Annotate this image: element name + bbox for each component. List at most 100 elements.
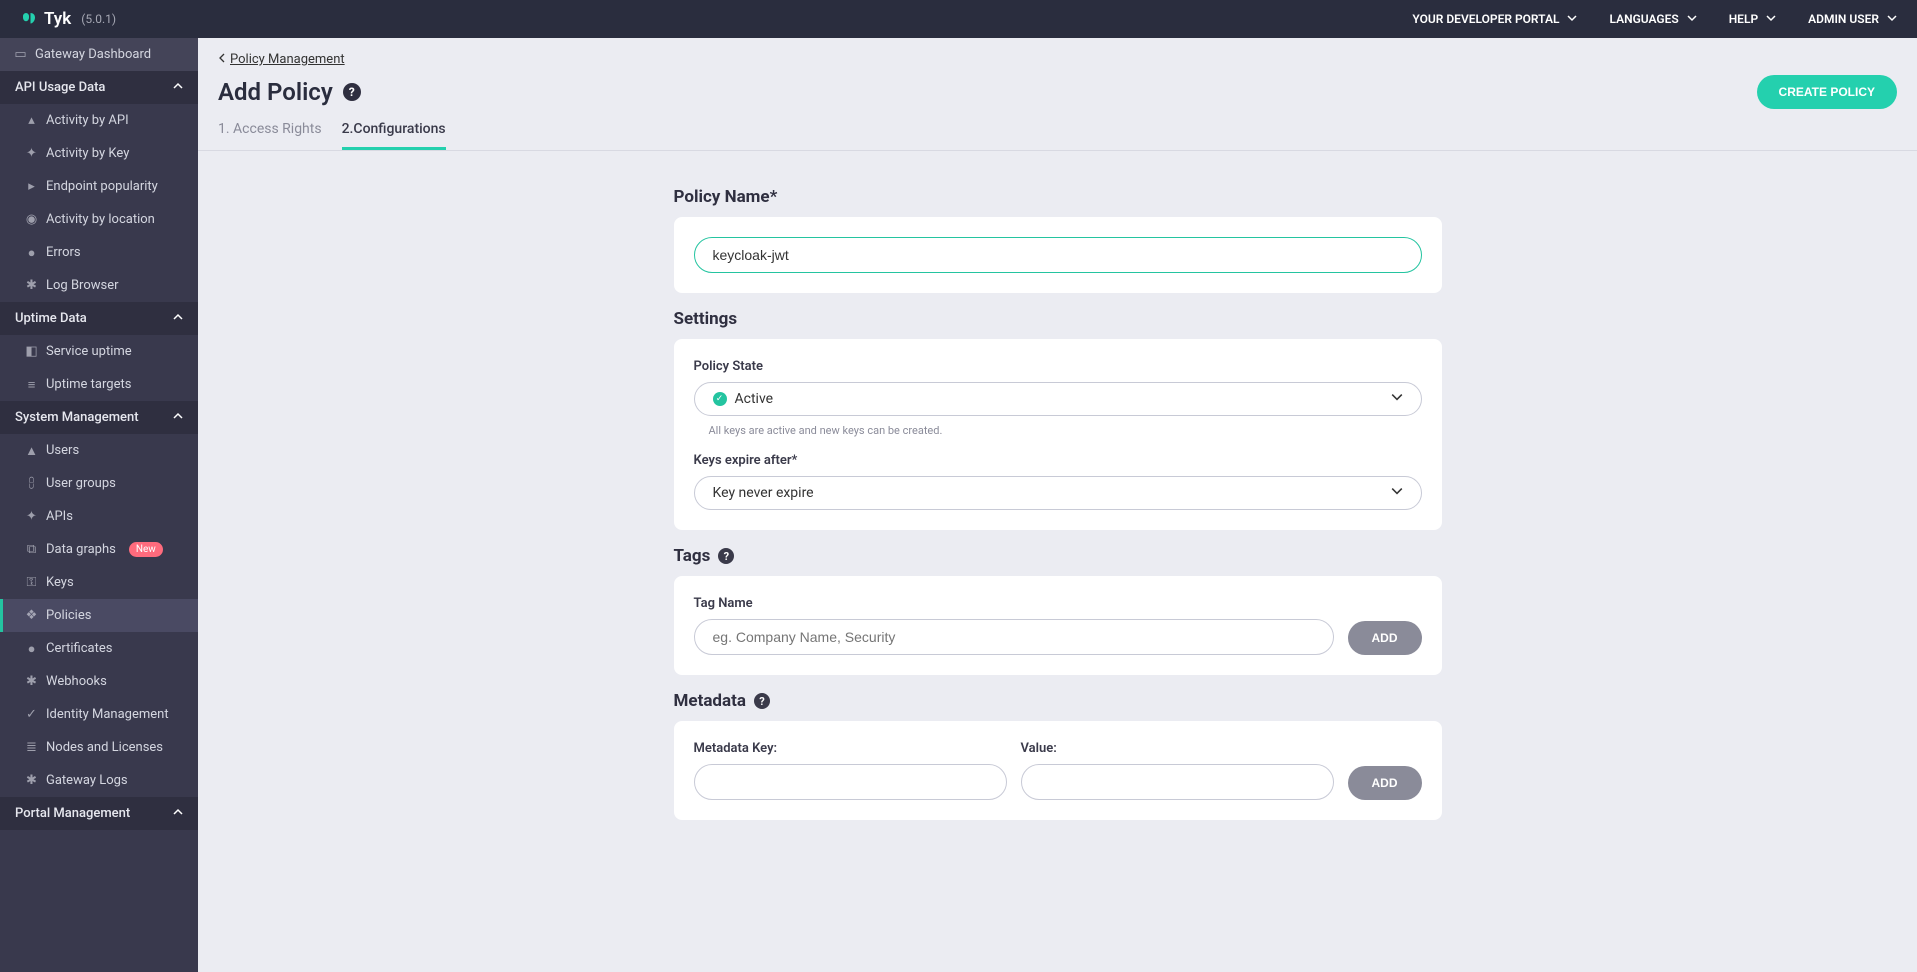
menu-label: HELP: [1729, 12, 1758, 26]
menu-help[interactable]: HELP: [1729, 12, 1776, 26]
sidebar-activity-api[interactable]: ▴ Activity by API: [0, 104, 198, 137]
sidebar-label: APIs: [46, 509, 73, 524]
tab-configurations[interactable]: 2.Configurations: [342, 121, 446, 150]
section-policy-name: Policy Name*: [674, 187, 1442, 207]
sidebar-identity[interactable]: ✓Identity Management: [0, 698, 198, 731]
sidebar-label: Endpoint popularity: [46, 179, 158, 194]
help-icon[interactable]: ?: [343, 83, 361, 101]
policy-state-hint: All keys are active and new keys can be …: [709, 424, 1422, 437]
sidebar-label: Data graphs: [46, 542, 116, 557]
sidebar-label: Activity by Key: [46, 146, 129, 161]
menu-label: LANGUAGES: [1609, 12, 1678, 26]
breadcrumb-link[interactable]: Policy Management: [218, 52, 345, 67]
card-policy-name: [674, 217, 1442, 293]
logs-icon: ✱: [26, 775, 37, 786]
metadata-value-input[interactable]: [1021, 764, 1334, 800]
chevron-up-icon: [173, 311, 183, 326]
sidebar-errors[interactable]: ● Errors: [0, 236, 198, 269]
policy-state-label: Policy State: [694, 359, 1422, 374]
select-value: Active: [735, 391, 774, 407]
tag-name-input[interactable]: [694, 619, 1334, 655]
help-icon[interactable]: ?: [718, 548, 734, 564]
sidebar-service-uptime[interactable]: ◧Service uptime: [0, 335, 198, 368]
add-tag-button[interactable]: ADD: [1348, 621, 1422, 655]
sidebar-label: Policies: [46, 608, 91, 623]
sidebar-gateway-logs[interactable]: ✱Gateway Logs: [0, 764, 198, 797]
tag-name-label: Tag Name: [694, 596, 1422, 611]
sidebar-users[interactable]: ▲Users: [0, 434, 198, 467]
policy-name-input[interactable]: [694, 237, 1422, 273]
sidebar-endpoint-popularity[interactable]: ▸Endpoint popularity: [0, 170, 198, 203]
section-tags: Tags ?: [674, 546, 1442, 566]
sidebar: ▭ Gateway Dashboard API Usage Data ▴ Acti…: [0, 38, 198, 972]
chevron-up-icon: [173, 410, 183, 425]
keys-expire-label: Keys expire after*: [694, 453, 1422, 468]
version-label: (5.0.1): [81, 12, 116, 26]
brand-name: Tyk: [44, 9, 71, 29]
sidebar-section-system[interactable]: System Management: [0, 401, 198, 434]
breadcrumb-label: Policy Management: [230, 52, 345, 67]
chevron-left-icon: [218, 52, 226, 67]
chart-icon: ▴: [26, 115, 37, 126]
sidebar-uptime-targets[interactable]: ≡Uptime targets: [0, 368, 198, 401]
sidebar-log-browser[interactable]: ✱Log Browser: [0, 269, 198, 302]
sidebar-label: Nodes and Licenses: [46, 740, 163, 755]
logo[interactable]: Tyk (5.0.1): [20, 9, 116, 29]
sidebar-label: Webhooks: [46, 674, 107, 689]
sidebar-section-uptime[interactable]: Uptime Data: [0, 302, 198, 335]
policy-state-select[interactable]: ✓ Active: [694, 382, 1422, 416]
sidebar-activity-location[interactable]: ◉Activity by location: [0, 203, 198, 236]
sidebar-user-groups[interactable]: ⩉ User groups: [0, 467, 198, 500]
section-label: Metadata: [674, 691, 746, 711]
menu-languages[interactable]: LANGUAGES: [1609, 12, 1696, 26]
metadata-key-input[interactable]: [694, 764, 1007, 800]
page-title: Add Policy: [218, 78, 333, 106]
policy-icon: ❖: [26, 610, 37, 621]
menu-admin-user[interactable]: ADMIN USER: [1808, 12, 1897, 26]
help-icon[interactable]: ?: [754, 693, 770, 709]
tab-access-rights[interactable]: 1. Access Rights: [218, 121, 322, 150]
chevron-down-icon: [1391, 485, 1403, 501]
menu-label: ADMIN USER: [1808, 12, 1879, 26]
user-icon: ▲: [26, 445, 37, 456]
chevron-down-icon: [1391, 391, 1403, 407]
sidebar-apis[interactable]: ✦ APIs: [0, 500, 198, 533]
key-icon: ⚿: [26, 577, 37, 588]
keys-expire-select[interactable]: Key never expire: [694, 476, 1422, 510]
apis-icon: ✦: [26, 511, 37, 522]
sidebar-label: Service uptime: [46, 344, 132, 359]
identity-icon: ✓: [26, 709, 37, 720]
chevron-down-icon: [1887, 12, 1897, 26]
graph-icon: ⧉: [26, 544, 37, 555]
sidebar-activity-key[interactable]: ✦Activity by Key: [0, 137, 198, 170]
sidebar-label: Activity by API: [46, 113, 129, 128]
users-icon: ⩉: [26, 478, 37, 489]
main-content: Policy Management Add Policy ? CREATE PO…: [198, 38, 1917, 972]
sidebar-data-graphs[interactable]: ⧉ Data graphs New: [0, 533, 198, 566]
sidebar-gateway-dashboard[interactable]: ▭ Gateway Dashboard: [0, 38, 198, 71]
sidebar-nodes[interactable]: ≣Nodes and Licenses: [0, 731, 198, 764]
sidebar-label: User groups: [46, 476, 116, 491]
dot-icon: ●: [26, 247, 37, 258]
sidebar-label: Activity by location: [46, 212, 155, 227]
webhook-icon: ✱: [26, 676, 37, 687]
sidebar-section-portal[interactable]: Portal Management: [0, 797, 198, 830]
chevron-up-icon: [173, 806, 183, 821]
tyk-logo-icon: [20, 10, 38, 28]
add-metadata-button[interactable]: ADD: [1348, 766, 1422, 800]
create-policy-button[interactable]: CREATE POLICY: [1757, 75, 1897, 109]
breadcrumb: Policy Management: [198, 38, 1917, 71]
sidebar-policies[interactable]: ❖ Policies: [0, 599, 198, 632]
sidebar-keys[interactable]: ⚿Keys: [0, 566, 198, 599]
new-badge: New: [129, 542, 163, 557]
menu-developer-portal[interactable]: YOUR DEVELOPER PORTAL: [1412, 12, 1577, 26]
sidebar-certificates[interactable]: ●Certificates: [0, 632, 198, 665]
sidebar-label: Errors: [46, 245, 81, 260]
sidebar-section-api-usage[interactable]: API Usage Data: [0, 71, 198, 104]
section-label: System Management: [15, 410, 139, 425]
card-settings: Policy State ✓ Active All keys are activ…: [674, 339, 1442, 530]
sidebar-webhooks[interactable]: ✱ Webhooks: [0, 665, 198, 698]
select-value: Key never expire: [713, 485, 814, 501]
cert-icon: ●: [26, 643, 37, 654]
section-label: Portal Management: [15, 806, 130, 821]
